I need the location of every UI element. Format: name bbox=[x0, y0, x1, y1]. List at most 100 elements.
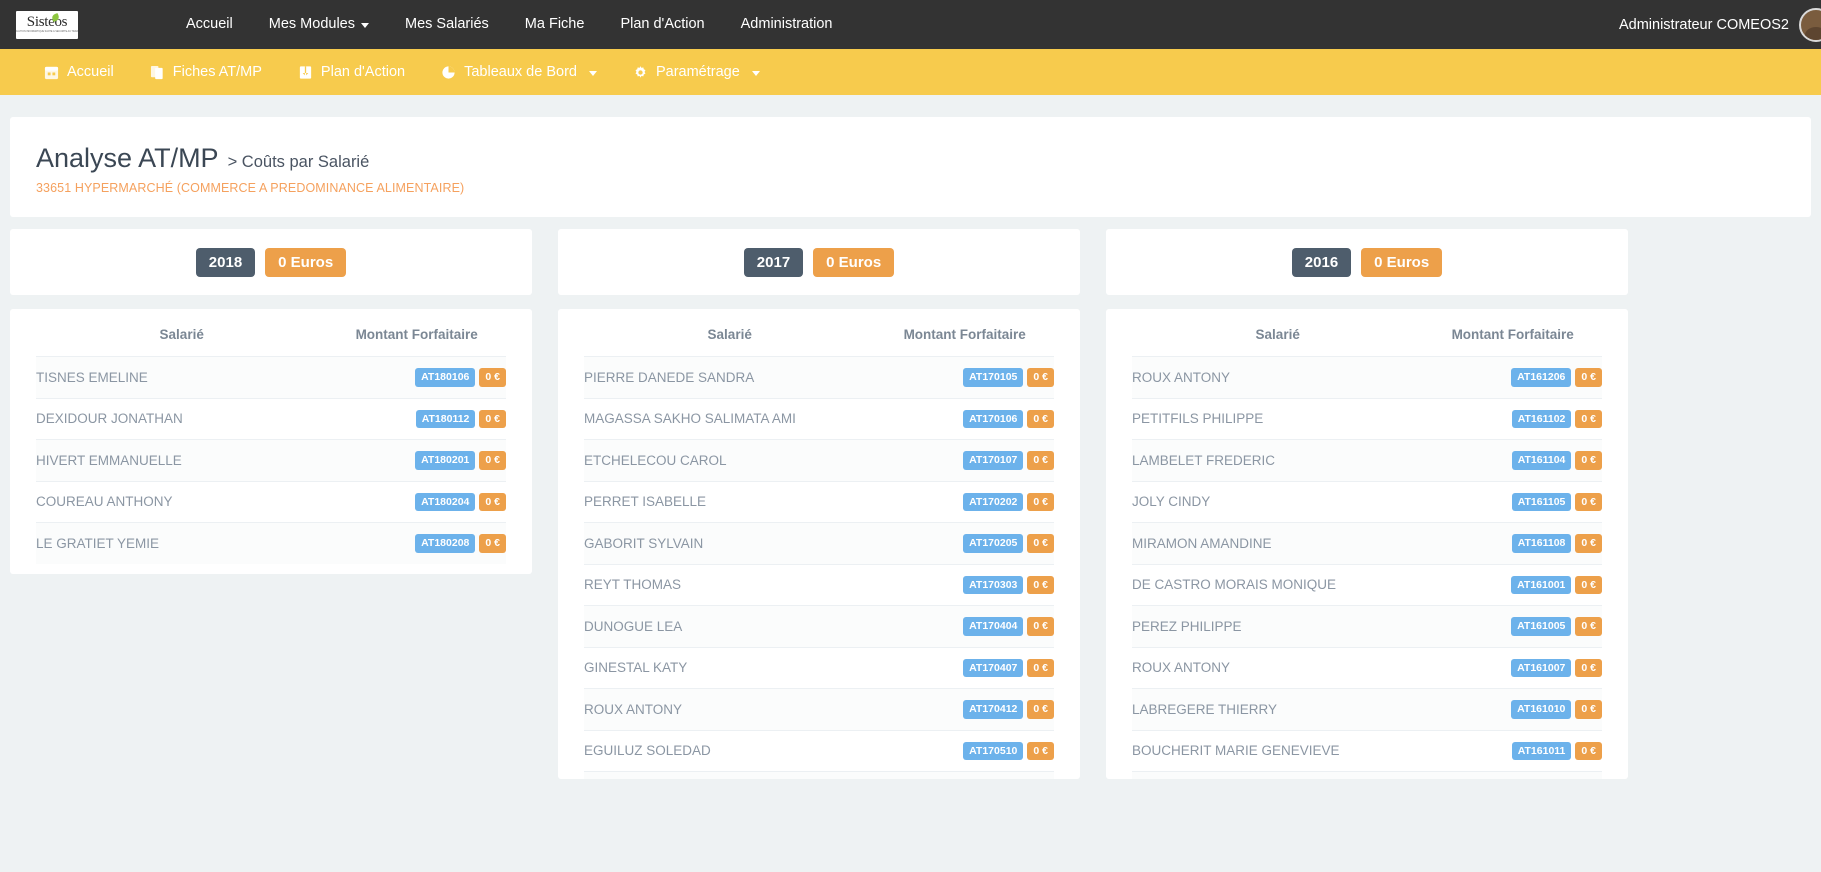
table-row[interactable]: PERRET ISABELLE AT170202 0 € bbox=[584, 480, 1054, 523]
table-row[interactable]: LE GRATIET YEMIE AT180208 0 € bbox=[36, 522, 506, 564]
table-row[interactable]: BERNARD CELINEAT1705110 € bbox=[584, 771, 1054, 779]
amount-badge[interactable]: 0 € bbox=[1027, 451, 1054, 470]
at-code-badge[interactable]: AT180204 bbox=[415, 492, 476, 511]
at-code-badge[interactable]: AT170407 bbox=[963, 658, 1024, 677]
at-code-badge[interactable]: AT170205 bbox=[963, 534, 1024, 553]
at-code-badge[interactable]: AT161005 bbox=[1511, 617, 1572, 636]
table-row[interactable]: PEREZ PHILIPPE AT161005 0 € bbox=[1132, 605, 1602, 647]
amount-badge[interactable]: 0 € bbox=[1027, 409, 1054, 428]
table-row[interactable]: LAMBELET FREDERIC AT161104 0 € bbox=[1132, 439, 1602, 481]
nav-item-plan-daction[interactable]: Plan d'Action bbox=[602, 0, 722, 49]
subnav-item-accueil[interactable]: Accueil bbox=[26, 49, 132, 95]
table-row[interactable]: DUNOGUE LEA AT170404 0 € bbox=[584, 605, 1054, 647]
at-code-badge[interactable]: AT170404 bbox=[963, 617, 1024, 636]
amount-badge[interactable]: 0 € bbox=[1575, 492, 1602, 511]
column-header-montant[interactable]: Montant Forfaitaire bbox=[875, 309, 1054, 357]
amount-badge[interactable]: 0 € bbox=[479, 368, 506, 387]
at-code-badge[interactable]: AT161102 bbox=[1511, 409, 1572, 428]
at-code-badge[interactable]: AT170412 bbox=[963, 700, 1024, 719]
nav-item-ma-fiche[interactable]: Ma Fiche bbox=[507, 0, 603, 49]
amount-badge[interactable]: 0 € bbox=[1575, 575, 1602, 594]
column-header-salarie[interactable]: Salarié bbox=[584, 309, 875, 357]
avatar-icon[interactable] bbox=[1799, 7, 1821, 42]
table-row[interactable]: COUREAU ANTHONY AT180204 0 € bbox=[36, 480, 506, 523]
total-euros-badge[interactable]: 0 Euros bbox=[265, 247, 347, 277]
subnav-item-parametrage[interactable]: Paramétrage bbox=[615, 49, 778, 95]
year-badge[interactable]: 2016 bbox=[1291, 247, 1352, 277]
at-code-badge[interactable]: AT180208 bbox=[415, 534, 476, 553]
at-code-badge[interactable]: AT170202 bbox=[963, 492, 1024, 511]
at-code-badge[interactable]: AT161011 bbox=[1511, 741, 1572, 760]
amount-badge[interactable]: 0 € bbox=[1575, 741, 1602, 760]
table-row[interactable]: ETCHELECOU CAROL AT170107 0 € bbox=[584, 439, 1054, 481]
amount-badge[interactable]: 0 € bbox=[1027, 741, 1054, 760]
at-code-badge[interactable]: AT170105 bbox=[963, 368, 1024, 387]
amount-badge[interactable]: 0 € bbox=[1027, 617, 1054, 636]
table-row[interactable]: LABREGERE THIERRY AT161010 0 € bbox=[1132, 688, 1602, 730]
table-row[interactable]: GINESTAL KATY AT170407 0 € bbox=[584, 646, 1054, 689]
column-header-montant[interactable]: Montant Forfaitaire bbox=[327, 309, 506, 357]
nav-item-accueil[interactable]: Accueil bbox=[168, 0, 251, 49]
amount-badge[interactable]: 0 € bbox=[1575, 534, 1602, 553]
at-code-badge[interactable]: AT170510 bbox=[963, 741, 1024, 760]
at-code-badge[interactable]: AT180106 bbox=[415, 368, 476, 387]
table-row[interactable]: HIVERT EMMANUELLE AT180201 0 € bbox=[36, 439, 506, 481]
amount-badge[interactable]: 0 € bbox=[1027, 368, 1054, 387]
table-row[interactable]: JOLY CINDY AT161105 0 € bbox=[1132, 480, 1602, 523]
subnav-item-plan-daction[interactable]: Plan d'Action bbox=[280, 49, 423, 95]
amount-badge[interactable]: 0 € bbox=[1027, 492, 1054, 511]
amount-badge[interactable]: 0 € bbox=[479, 409, 506, 428]
table-row[interactable]: ROUX ANTONY AT161007 0 € bbox=[1132, 646, 1602, 689]
at-code-badge[interactable]: AT161104 bbox=[1511, 451, 1572, 470]
table-row[interactable]: DEXIDOUR JONATHAN AT180112 0 € bbox=[36, 397, 506, 440]
table-row[interactable]: EGUILUZ SOLEDAD AT170510 0 € bbox=[584, 729, 1054, 772]
table-row[interactable]: ROUX ANTONY AT161206 0 € bbox=[1132, 356, 1602, 398]
year-badge[interactable]: 2018 bbox=[195, 247, 256, 277]
amount-badge[interactable]: 0 € bbox=[479, 451, 506, 470]
table-row[interactable]: TISNES EMELINE AT180106 0 € bbox=[36, 356, 506, 398]
at-code-badge[interactable]: AT180201 bbox=[415, 451, 476, 470]
amount-badge[interactable]: 0 € bbox=[1027, 575, 1054, 594]
table-row[interactable]: MAGASSA SAKHO SALIMATA AMI AT170106 0 € bbox=[584, 397, 1054, 440]
nav-item-mes-salaries[interactable]: Mes Salariés bbox=[387, 0, 507, 49]
table-row[interactable]: MIRAMON AMANDINE AT161108 0 € bbox=[1132, 522, 1602, 564]
nav-item-administration[interactable]: Administration bbox=[723, 0, 851, 49]
user-menu[interactable]: Administrateur COMEOS2 bbox=[1619, 0, 1821, 49]
table-row[interactable]: ROUX ANTONY AT170412 0 € bbox=[584, 688, 1054, 730]
at-code-badge[interactable]: AT161105 bbox=[1511, 492, 1572, 511]
column-header-salarie[interactable]: Salarié bbox=[1132, 309, 1423, 357]
at-code-badge[interactable]: AT161007 bbox=[1511, 658, 1572, 677]
at-code-badge[interactable]: AT180112 bbox=[415, 409, 476, 428]
amount-badge[interactable]: 0 € bbox=[1575, 368, 1602, 387]
sisteos-logo[interactable]: Sisteos SOLUTION INFORMATIQUE SANTE & SE… bbox=[16, 10, 78, 39]
at-code-badge[interactable]: AT170303 bbox=[963, 575, 1024, 594]
column-header-salarie[interactable]: Salarié bbox=[36, 309, 327, 357]
table-row[interactable]: BOUCHERIT MARIE GENEVIEVE AT161011 0 € bbox=[1132, 729, 1602, 772]
year-badge[interactable]: 2017 bbox=[743, 247, 804, 277]
at-code-badge[interactable]: AT161010 bbox=[1511, 700, 1572, 719]
amount-badge[interactable]: 0 € bbox=[1575, 451, 1602, 470]
column-header-montant[interactable]: Montant Forfaitaire bbox=[1423, 309, 1602, 357]
table-row[interactable]: REYT THOMAS AT170303 0 € bbox=[584, 563, 1054, 606]
table-row[interactable]: DE CASTRO MORAIS MONIQUEAT1609060 € bbox=[1132, 771, 1602, 779]
amount-badge[interactable]: 0 € bbox=[1575, 409, 1602, 428]
table-row[interactable]: GABORIT SYLVAIN AT170205 0 € bbox=[584, 522, 1054, 564]
total-euros-badge[interactable]: 0 Euros bbox=[1361, 247, 1443, 277]
subnav-item-fiches-atmp[interactable]: Fiches AT/MP bbox=[132, 49, 280, 95]
at-code-badge[interactable]: AT161206 bbox=[1511, 368, 1572, 387]
amount-badge[interactable]: 0 € bbox=[479, 534, 506, 553]
table-row[interactable]: PIERRE DANEDE SANDRA AT170105 0 € bbox=[584, 356, 1054, 398]
nav-item-mes-modules[interactable]: Mes Modules bbox=[251, 0, 387, 49]
table-row[interactable]: DE CASTRO MORAIS MONIQUE AT161001 0 € bbox=[1132, 563, 1602, 606]
at-code-badge[interactable]: AT161001 bbox=[1511, 575, 1572, 594]
total-euros-badge[interactable]: 0 Euros bbox=[813, 247, 895, 277]
table-row[interactable]: PETITFILS PHILIPPE AT161102 0 € bbox=[1132, 397, 1602, 440]
amount-badge[interactable]: 0 € bbox=[1027, 534, 1054, 553]
amount-badge[interactable]: 0 € bbox=[1575, 700, 1602, 719]
amount-badge[interactable]: 0 € bbox=[479, 492, 506, 511]
amount-badge[interactable]: 0 € bbox=[1027, 658, 1054, 677]
at-code-badge[interactable]: AT170106 bbox=[963, 409, 1024, 428]
amount-badge[interactable]: 0 € bbox=[1027, 700, 1054, 719]
at-code-badge[interactable]: AT170107 bbox=[963, 451, 1024, 470]
at-code-badge[interactable]: AT161108 bbox=[1511, 534, 1572, 553]
